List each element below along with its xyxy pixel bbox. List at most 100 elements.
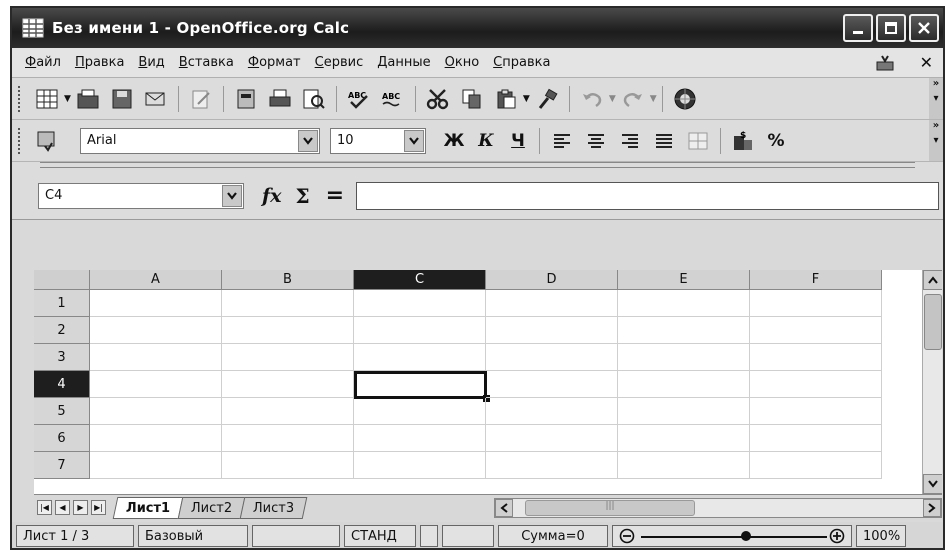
font-name-dropdown-button[interactable] [298, 129, 318, 152]
next-sheet-button[interactable]: ▶ [73, 500, 88, 515]
cell-c2[interactable] [354, 317, 486, 344]
cell-b6[interactable] [222, 425, 354, 452]
currency-format-icon[interactable]: $ [730, 128, 756, 154]
print-icon[interactable] [267, 86, 293, 112]
cell-d1[interactable] [486, 290, 618, 317]
cell-f4[interactable] [750, 371, 882, 398]
menu-help[interactable]: Справка [486, 55, 557, 70]
justify-icon[interactable] [651, 128, 677, 154]
save-icon[interactable] [109, 86, 135, 112]
help-agent-icon[interactable] [874, 53, 896, 73]
cell-f5[interactable] [750, 398, 882, 425]
italic-button[interactable]: К [472, 131, 500, 151]
cell-e6[interactable] [618, 425, 750, 452]
row-header-5[interactable]: 5 [34, 398, 90, 425]
column-header-b[interactable]: B [222, 270, 354, 290]
name-box-dropdown-button[interactable] [222, 184, 242, 207]
column-header-d[interactable]: D [486, 270, 618, 290]
spellcheck-icon[interactable]: ABC [346, 86, 372, 112]
menu-data[interactable]: Данные [370, 55, 437, 70]
zoom-slider[interactable] [612, 525, 852, 547]
horizontal-scroll-thumb[interactable]: ||| [525, 500, 695, 516]
cut-icon[interactable] [425, 86, 451, 112]
cell-c7[interactable] [354, 452, 486, 479]
menu-edit[interactable]: Правка [68, 55, 131, 70]
font-size-dropdown-button[interactable] [404, 129, 424, 152]
page-preview-icon[interactable] [301, 86, 327, 112]
cell-e3[interactable] [618, 344, 750, 371]
cell-c1[interactable] [354, 290, 486, 317]
menu-tools[interactable]: Сервис [308, 55, 371, 70]
cell-f7[interactable] [750, 452, 882, 479]
edit-file-icon[interactable] [188, 86, 214, 112]
cell-a3[interactable] [90, 344, 222, 371]
cell-b3[interactable] [222, 344, 354, 371]
row-header-1[interactable]: 1 [34, 290, 90, 317]
cell-d2[interactable] [486, 317, 618, 344]
cell-e4[interactable] [618, 371, 750, 398]
close-document-icon[interactable]: ✕ [920, 53, 933, 72]
toolbar-splitter[interactable] [40, 162, 915, 168]
cell-a5[interactable] [90, 398, 222, 425]
select-all-corner[interactable] [34, 270, 90, 290]
cell-d5[interactable] [486, 398, 618, 425]
cell-b1[interactable] [222, 290, 354, 317]
horizontal-scrollbar[interactable]: ||| [494, 498, 942, 518]
function-wizard-icon[interactable]: fx [262, 185, 282, 207]
first-sheet-button[interactable]: |◀ [37, 500, 52, 515]
row-header-6[interactable]: 6 [34, 425, 90, 452]
navigator-icon[interactable] [672, 86, 698, 112]
cell-b4[interactable] [222, 371, 354, 398]
zoom-in-icon[interactable] [829, 528, 845, 544]
autospellcheck-icon[interactable]: ABC [380, 86, 406, 112]
row-header-2[interactable]: 2 [34, 317, 90, 344]
column-header-c[interactable]: C [354, 270, 486, 290]
new-dropdown-icon[interactable]: ▼ [64, 94, 71, 104]
underline-button[interactable]: Ч [504, 131, 532, 151]
cell-e5[interactable] [618, 398, 750, 425]
row-header-3[interactable]: 3 [34, 344, 90, 371]
cell-d3[interactable] [486, 344, 618, 371]
bold-button[interactable]: Ж [440, 131, 468, 151]
row-header-7[interactable]: 7 [34, 452, 90, 479]
last-sheet-button[interactable]: ▶| [91, 500, 106, 515]
cell-a1[interactable] [90, 290, 222, 317]
cell-e2[interactable] [618, 317, 750, 344]
undo-icon[interactable] [579, 86, 605, 112]
name-box[interactable]: C4 [38, 182, 244, 209]
toolbar-overflow-button[interactable]: » ▾ [929, 120, 943, 161]
cell-a4[interactable] [90, 371, 222, 398]
page-style[interactable]: Базовый [138, 525, 248, 547]
vertical-scroll-thumb[interactable] [924, 294, 942, 350]
scroll-left-button[interactable] [495, 499, 513, 517]
align-center-icon[interactable] [583, 128, 609, 154]
clone-formatting-icon[interactable] [534, 86, 560, 112]
cell-c5[interactable] [354, 398, 486, 425]
align-right-icon[interactable] [617, 128, 643, 154]
email-icon[interactable] [143, 86, 169, 112]
paste-icon[interactable] [493, 86, 519, 112]
cell-f3[interactable] [750, 344, 882, 371]
toolbar-grip[interactable] [18, 85, 22, 112]
vertical-scrollbar[interactable] [922, 270, 942, 494]
cell-a7[interactable] [90, 452, 222, 479]
styles-formatting-icon[interactable] [34, 128, 60, 154]
menu-format[interactable]: Формат [241, 55, 308, 70]
cell-c3[interactable] [354, 344, 486, 371]
cell-a6[interactable] [90, 425, 222, 452]
merge-cells-icon[interactable] [685, 128, 711, 154]
open-icon[interactable] [75, 86, 101, 112]
zoom-out-icon[interactable] [619, 528, 635, 544]
row-header-4[interactable]: 4 [34, 371, 90, 398]
title-bar[interactable]: Без имени 1 - OpenOffice.org Calc [12, 8, 943, 48]
cell-f1[interactable] [750, 290, 882, 317]
cell-c6[interactable] [354, 425, 486, 452]
column-header-f[interactable]: F [750, 270, 882, 290]
cell-d4[interactable] [486, 371, 618, 398]
font-size-combobox[interactable]: 10 [330, 127, 426, 154]
zoom-knob[interactable] [741, 531, 752, 541]
export-pdf-icon[interactable] [233, 86, 259, 112]
scroll-up-button[interactable] [923, 270, 942, 290]
scroll-right-button[interactable] [923, 499, 941, 517]
sheet-tab-2[interactable]: Лист2 [177, 496, 246, 519]
